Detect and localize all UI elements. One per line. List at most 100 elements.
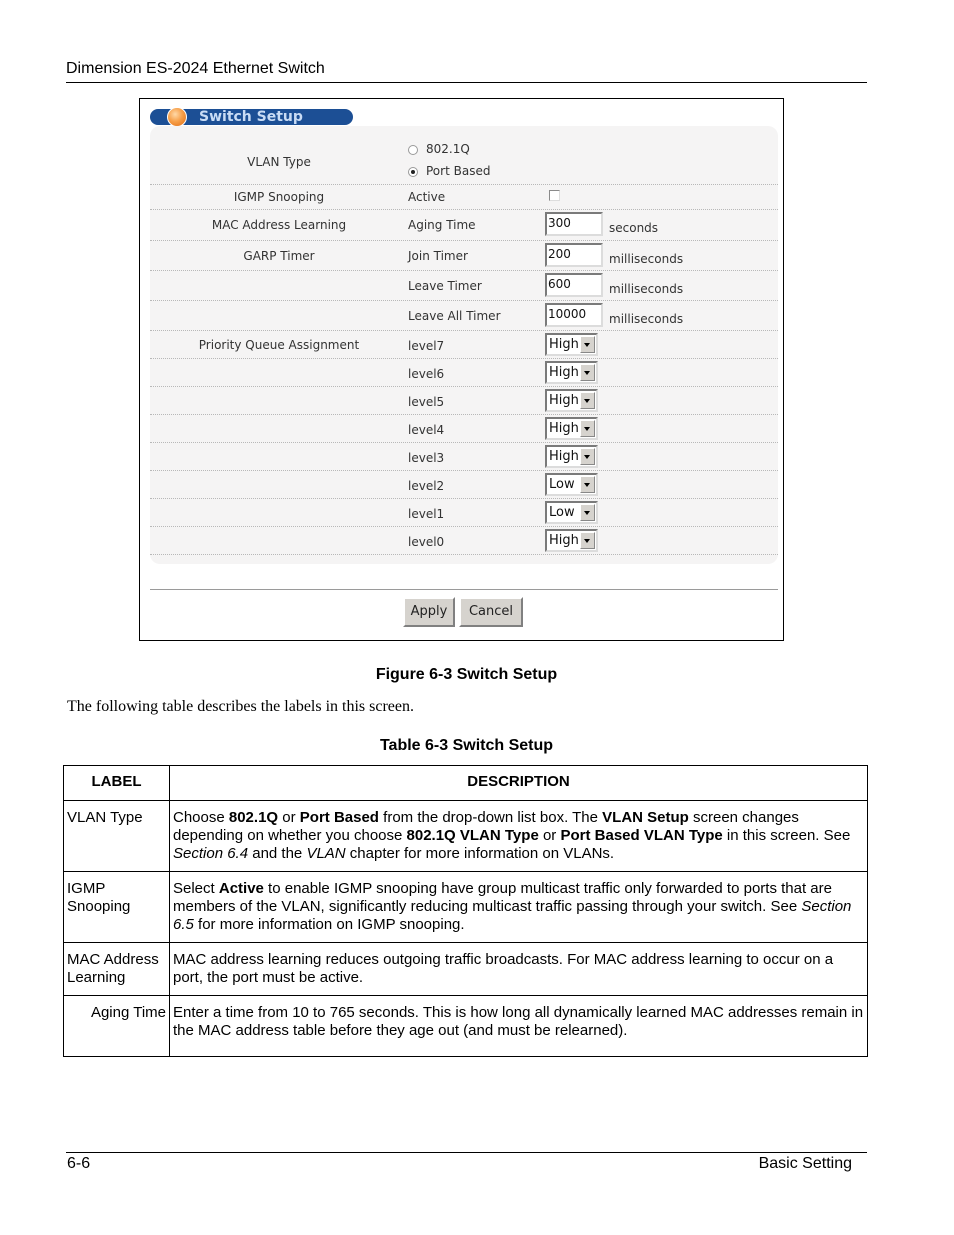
priority-level-select[interactable]: Low <box>545 501 598 524</box>
table-caption: Table 6-3 Switch Setup <box>379 737 554 754</box>
vlan-type-label: VLAN Type <box>247 155 311 169</box>
table-row: IGMP Snooping Select Active to enable IGM… <box>63 871 868 943</box>
description-fragment: Port Based <box>299 809 379 826</box>
row-label: Aging Time <box>63 995 170 1057</box>
priority-level-name: level5 <box>408 395 445 409</box>
priority-level-name: level0 <box>408 535 445 549</box>
priority-level-row: Priority Queue Assignment level7 High <box>150 331 778 359</box>
description-fragment: VLAN Setup <box>602 809 689 826</box>
settings-panel: VLAN Type 802.1Q Port Based IGMP Snoopin… <box>150 126 778 564</box>
chevron-down-icon[interactable] <box>580 532 595 549</box>
priority-level-name: level4 <box>408 423 445 437</box>
description-fragment: VLAN <box>306 845 346 862</box>
priority-level-value: High <box>549 449 579 464</box>
chevron-down-icon[interactable] <box>580 504 595 521</box>
priority-level-select[interactable]: High <box>545 445 598 468</box>
figure-caption: Figure 6-3 Switch Setup <box>375 666 558 683</box>
cancel-button[interactable]: Cancel <box>459 597 523 627</box>
description-fragment: Port Based VLAN Type <box>560 827 723 844</box>
chevron-down-icon[interactable] <box>580 448 595 465</box>
header-description: DESCRIPTION <box>169 765 868 801</box>
radio-port-based[interactable] <box>408 166 418 177</box>
row-label: IGMP Snooping <box>63 871 170 943</box>
priority-level-value: High <box>549 337 579 352</box>
priority-level-name: level1 <box>408 507 445 521</box>
table-row: Aging Time Enter a time from 10 to 765 se… <box>63 995 868 1057</box>
priority-level-value: High <box>549 421 579 436</box>
description-fragment: or <box>538 827 561 844</box>
description-fragment: to enable IGMP snooping have group multi… <box>173 880 832 915</box>
priority-level-select[interactable]: High <box>545 361 598 384</box>
leave-all-timer-input[interactable]: 10000 <box>545 303 603 327</box>
join-timer-input[interactable]: 200 <box>545 243 603 267</box>
leave-all-timer-label: Leave All Timer <box>408 309 501 323</box>
chevron-down-icon[interactable] <box>580 392 595 409</box>
priority-level-select[interactable]: High <box>545 389 598 412</box>
description-fragment: MAC address learning reduces outgoing tr… <box>173 951 834 986</box>
leave-timer-unit: milliseconds <box>609 282 684 296</box>
priority-level-select[interactable]: High <box>545 417 598 440</box>
row-label: MAC Address Learning <box>63 942 170 996</box>
apply-button[interactable]: Apply <box>403 597 455 627</box>
mac-learning-row: MAC Address Learning Aging Time 300 seco… <box>150 210 778 241</box>
aging-time-label: Aging Time <box>408 218 476 232</box>
priority-level-select[interactable]: Low <box>545 473 598 496</box>
priority-level-row: level3 High <box>150 443 778 471</box>
row-description: MAC address learning reduces outgoing tr… <box>169 942 868 996</box>
priority-level-name: level2 <box>408 479 445 493</box>
join-timer-label: Join Timer <box>408 249 468 263</box>
priority-level-select[interactable]: High <box>545 333 598 356</box>
priority-queue-label: Priority Queue Assignment <box>198 338 360 352</box>
garp-leave-row: Leave Timer 600 milliseconds <box>150 271 778 301</box>
description-fragment: 802.1Q <box>228 809 279 826</box>
vlan-option-port-based[interactable]: Port Based <box>408 164 490 178</box>
row-description: Choose 802.1Q or Port Based from the dro… <box>169 800 868 872</box>
table-header-row: LABEL DESCRIPTION <box>63 765 868 801</box>
row-description: Enter a time from 10 to 765 seconds. Thi… <box>169 995 868 1057</box>
chevron-down-icon[interactable] <box>580 420 595 437</box>
priority-level-row: level1 Low <box>150 499 778 527</box>
vlan-option-8021q[interactable]: 802.1Q <box>408 142 470 156</box>
row-label: VLAN Type <box>63 800 170 872</box>
button-divider <box>150 589 778 590</box>
aging-time-input[interactable]: 300 <box>545 212 603 236</box>
priority-level-value: Low <box>549 477 575 492</box>
priority-level-value: High <box>549 365 579 380</box>
priority-level-name: level7 <box>408 339 445 353</box>
priority-level-row: level4 High <box>150 415 778 443</box>
description-fragment: in this screen. See <box>722 827 851 844</box>
join-timer-unit: milliseconds <box>609 252 684 266</box>
page-header-title: Dimension ES-2024 Ethernet Switch <box>66 60 325 77</box>
igmp-row: IGMP Snooping Active <box>150 185 778 210</box>
description-fragment: chapter for more information on VLANs. <box>345 845 615 862</box>
chevron-down-icon[interactable] <box>580 364 595 381</box>
vlan-type-row: VLAN Type 802.1Q Port Based <box>150 140 778 185</box>
description-fragment: Active <box>218 880 264 897</box>
description-fragment: or <box>278 809 300 826</box>
leave-timer-input[interactable]: 600 <box>545 273 603 297</box>
screen-title: Switch Setup <box>199 109 303 125</box>
igmp-active-checkbox[interactable] <box>549 190 560 204</box>
table-row: VLAN Type Choose 802.1Q or Port Based fro… <box>63 800 868 872</box>
table-row: MAC Address Learning MAC address learning… <box>63 942 868 996</box>
description-fragment: Enter a time from 10 to 765 seconds. Thi… <box>173 1004 864 1039</box>
garp-join-row: GARP Timer Join Timer 200 milliseconds <box>150 241 778 271</box>
description-fragment: and the <box>248 845 307 862</box>
priority-level-row: level5 High <box>150 387 778 415</box>
description-fragment: Select <box>173 880 219 897</box>
description-fragment: Choose <box>173 809 229 826</box>
priority-level-select[interactable]: High <box>545 529 598 552</box>
priority-level-value: High <box>549 533 579 548</box>
orb-icon <box>167 107 187 127</box>
garp-timer-label: GARP Timer <box>243 249 315 263</box>
igmp-label: IGMP Snooping <box>233 190 325 204</box>
section-name: Basic Setting <box>758 1155 852 1172</box>
chevron-down-icon[interactable] <box>580 476 595 493</box>
radio-8021q[interactable] <box>408 144 418 155</box>
garp-leave-all-row: Leave All Timer 10000 milliseconds <box>150 301 778 331</box>
description-fragment: Section 6.4 <box>173 845 249 862</box>
priority-level-value: High <box>549 393 579 408</box>
footer-divider <box>66 1152 867 1153</box>
chevron-down-icon[interactable] <box>580 336 595 353</box>
aging-time-unit: seconds <box>609 221 659 235</box>
